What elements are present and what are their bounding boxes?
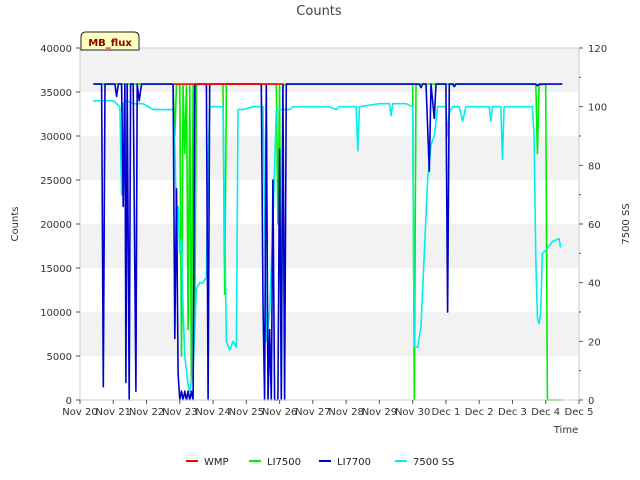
y-tick-label: 0 [66, 396, 72, 407]
chart-title: Counts [296, 4, 342, 19]
x-tick-label: Dec 1 [431, 407, 460, 418]
legend: WMP LI7500 LI7700 7500 SS [186, 457, 454, 468]
y-tick-label: 10000 [40, 308, 72, 319]
y2-axis-ticks: 0 20 40 60 80 100 120 [579, 44, 607, 407]
x-axis-label: Time [553, 425, 578, 436]
x-tick-label: Nov 25 [229, 407, 264, 418]
grid-band [80, 180, 579, 224]
grid-band [80, 48, 579, 92]
y-tick-label: 40000 [40, 44, 72, 55]
x-tick-label: Nov 26 [262, 407, 297, 418]
site-badge: MB_flux [80, 31, 140, 51]
y2-tick-label: 80 [588, 161, 601, 172]
x-tick-label: Dec 5 [565, 407, 594, 418]
x-tick-label: Nov 30 [395, 407, 430, 418]
grid-band [80, 224, 579, 268]
counts-chart: Nov 20Nov 21Nov 22Nov 23Nov 24Nov 25Nov … [10, 4, 632, 468]
y2-axis-label: 7500 SS [621, 203, 632, 244]
legend-label: 7500 SS [413, 457, 454, 468]
legend-label: LI7700 [337, 457, 371, 468]
y2-tick-label: 0 [588, 396, 594, 407]
y2-tick-label: 40 [588, 279, 601, 290]
y-tick-label: 15000 [40, 264, 72, 275]
x-tick-label: Dec 2 [465, 407, 494, 418]
y-axis-label: Counts [10, 207, 21, 242]
y-tick-label: 5000 [47, 352, 72, 363]
x-tick-label: Nov 28 [328, 407, 363, 418]
x-tick-label: Nov 27 [295, 407, 330, 418]
legend-label: WMP [204, 457, 229, 468]
x-tick-label: Nov 22 [129, 407, 164, 418]
y2-tick-label: 60 [588, 220, 601, 231]
x-tick-label: Nov 21 [96, 407, 131, 418]
grid-band [80, 136, 579, 180]
x-tick-label: Nov 20 [62, 407, 97, 418]
y-tick-label: 30000 [40, 132, 72, 143]
x-tick-label: Nov 24 [195, 407, 230, 418]
y2-tick-label: 100 [588, 103, 607, 114]
legend-label: LI7500 [267, 457, 301, 468]
y2-tick-label: 120 [588, 44, 607, 55]
plot-background-bands [80, 48, 579, 400]
grid-band [80, 268, 579, 312]
x-tick-label: Nov 29 [362, 407, 397, 418]
y2-tick-label: 20 [588, 337, 601, 348]
site-badge-label: MB_flux [88, 38, 132, 49]
x-tick-label: Dec 4 [531, 407, 560, 418]
y-axis-ticks: 0 5000 10000 15000 20000 25000 30000 35000 40000 [40, 44, 80, 407]
grid-band [80, 356, 579, 400]
x-tick-label: Nov 23 [162, 407, 197, 418]
y-tick-label: 20000 [40, 220, 72, 231]
x-axis-ticks: Nov 20Nov 21Nov 22Nov 23Nov 24Nov 25Nov … [62, 400, 593, 418]
y-tick-label: 35000 [40, 88, 72, 99]
x-tick-label: Dec 3 [498, 407, 527, 418]
y-tick-label: 25000 [40, 176, 72, 187]
grid-band [80, 312, 579, 356]
